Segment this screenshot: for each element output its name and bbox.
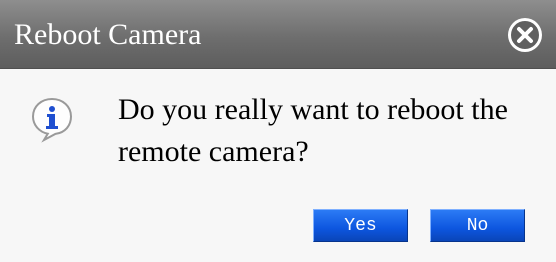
reboot-camera-dialog: Reboot Camera Do you really want to rebo… <box>0 0 556 262</box>
yes-button[interactable]: Yes <box>313 209 408 242</box>
dialog-content: Do you really want to reboot the remote … <box>0 69 556 262</box>
dialog-message: Do you really want to reboot the remote … <box>118 93 508 168</box>
dialog-title: Reboot Camera <box>14 18 202 51</box>
close-button[interactable] <box>508 18 542 52</box>
no-button[interactable]: No <box>430 209 525 242</box>
close-icon <box>509 19 541 51</box>
info-icon <box>31 97 73 143</box>
dialog-titlebar: Reboot Camera <box>0 0 556 69</box>
